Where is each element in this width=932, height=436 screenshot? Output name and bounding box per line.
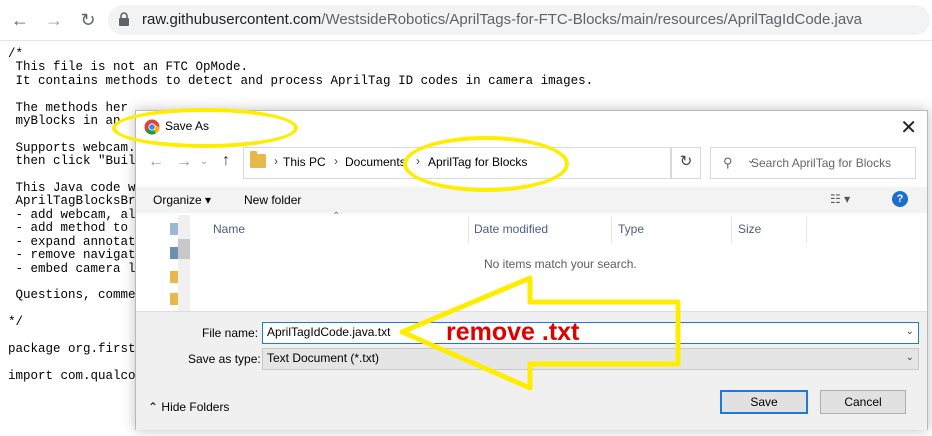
arrow-annotation <box>399 275 681 391</box>
annotation-text: remove .txt <box>446 318 580 346</box>
